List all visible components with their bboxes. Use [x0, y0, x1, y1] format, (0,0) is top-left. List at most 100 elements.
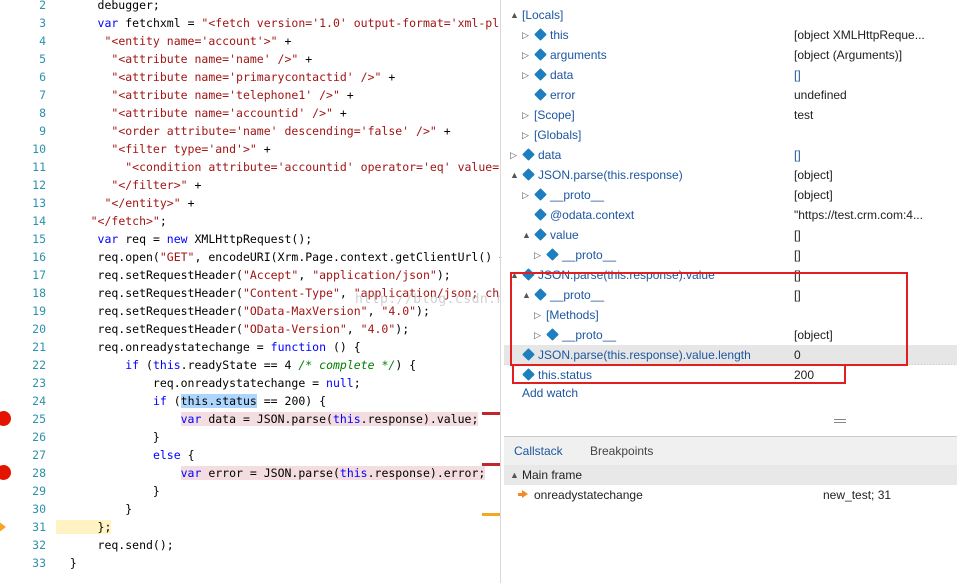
code-line[interactable]: 26 } — [0, 428, 500, 446]
line-number[interactable]: 8 — [14, 104, 46, 122]
code-editor[interactable]: 2 debugger; 3 var fetchxml = "<fetch vers… — [0, 0, 501, 583]
code-line[interactable]: 4 "<entity name='account'>" + — [0, 32, 500, 50]
watch-value: [object XMLHttpReque... — [794, 28, 925, 42]
watch-row[interactable]: error undefined — [504, 85, 957, 105]
code-line[interactable]: 32 req.send(); — [0, 536, 500, 554]
code-line[interactable]: 15 var req = new XMLHttpRequest(); — [0, 230, 500, 248]
line-number[interactable]: 28 — [14, 464, 46, 482]
code-line[interactable]: 27 else { — [0, 446, 500, 464]
code-line[interactable]: 33 } — [0, 554, 500, 572]
line-number[interactable]: 29 — [14, 482, 46, 500]
line-number[interactable]: 32 — [14, 536, 46, 554]
panel-splitter-grip[interactable] — [834, 419, 846, 423]
watch-row[interactable]: ▷ this [object XMLHttpReque... — [504, 25, 957, 45]
expand-triangle-icon[interactable]: ▷ — [522, 25, 529, 45]
line-number[interactable]: 5 — [14, 50, 46, 68]
code-line[interactable]: 6 "<attribute name='primarycontactid' />… — [0, 68, 500, 86]
expand-triangle-icon[interactable]: ▷ — [522, 185, 529, 205]
watch-row[interactable]: ▷ [Scope] test — [504, 105, 957, 125]
line-number[interactable]: 20 — [14, 320, 46, 338]
line-number[interactable]: 15 — [14, 230, 46, 248]
code-line[interactable]: 20 req.setRequestHeader("OData-Version",… — [0, 320, 500, 338]
line-number[interactable]: 4 — [14, 32, 46, 50]
callstack-panel[interactable]: Callstack Breakpoints ▲ Main frame onrea… — [504, 436, 957, 584]
line-number[interactable]: 22 — [14, 356, 46, 374]
line-number[interactable]: 2 — [14, 0, 46, 14]
line-number[interactable]: 16 — [14, 248, 46, 266]
line-number[interactable]: 18 — [14, 284, 46, 302]
code-line[interactable]: 14 "</fetch>"; — [0, 212, 500, 230]
code-line[interactable]: 23 req.onreadystatechange = null; — [0, 374, 500, 392]
expand-triangle-icon[interactable]: ▷ — [522, 105, 529, 125]
add-watch-link[interactable]: Add watch — [522, 386, 578, 400]
code-line[interactable]: 29 } — [0, 482, 500, 500]
watch-row[interactable]: ▲ value [] — [504, 225, 957, 245]
expand-triangle-icon[interactable]: ▷ — [534, 245, 541, 265]
line-number[interactable]: 7 — [14, 86, 46, 104]
code-line[interactable]: 30 } — [0, 500, 500, 518]
expand-triangle-icon[interactable]: ▷ — [510, 145, 517, 165]
line-number[interactable]: 30 — [14, 500, 46, 518]
tab-callstack[interactable]: Callstack — [514, 444, 563, 458]
code-line[interactable]: 22 if (this.readyState == 4 /* complete … — [0, 356, 500, 374]
code-line[interactable]: 7 "<attribute name='telephone1' />" + — [0, 86, 500, 104]
watch-row[interactable]: ▷ arguments [object (Arguments)] — [504, 45, 957, 65]
watch-row[interactable]: ▷ [Globals] — [504, 125, 957, 145]
watch-row[interactable]: @odata.context "https://test.crm.com:4... — [504, 205, 957, 225]
collapse-triangle-icon[interactable]: ▲ — [522, 225, 531, 245]
line-number[interactable]: 6 — [14, 68, 46, 86]
code-line[interactable]: 8 "<attribute name='accountid' />" + — [0, 104, 500, 122]
line-number[interactable]: 10 — [14, 140, 46, 158]
code-line[interactable]: 16 req.open("GET", encodeURI(Xrm.Page.co… — [0, 248, 500, 266]
line-number[interactable]: 19 — [14, 302, 46, 320]
expand-triangle-icon[interactable]: ▷ — [522, 65, 529, 85]
code-line[interactable]: 9 "<order attribute='name' descending='f… — [0, 122, 500, 140]
expand-triangle-icon[interactable]: ▷ — [522, 125, 529, 145]
callstack-frame[interactable]: onreadystatechange new_test; 31 — [504, 485, 957, 505]
line-number[interactable]: 33 — [14, 554, 46, 572]
watch-row[interactable]: ▲ [Locals] — [504, 5, 957, 25]
line-number[interactable]: 12 — [14, 176, 46, 194]
code-line[interactable]: 28 var error = JSON.parse(this.response)… — [0, 464, 500, 482]
watch-row[interactable]: ▷ __proto__ [] — [504, 245, 957, 265]
line-number[interactable]: 21 — [14, 338, 46, 356]
line-number[interactable]: 31 — [14, 518, 46, 536]
main-frame-header[interactable]: ▲ Main frame — [504, 465, 957, 485]
tab-breakpoints[interactable]: Breakpoints — [590, 444, 653, 458]
line-number[interactable]: 11 — [14, 158, 46, 176]
code-line[interactable]: 13 "</entity>" + — [0, 194, 500, 212]
watch-row[interactable]: ▷ data [] — [504, 145, 957, 165]
code-line[interactable]: 12 "</filter>" + — [0, 176, 500, 194]
watch-panel[interactable]: ▲ [Locals] ▷ this [object XMLHttpReque... ▷ ar… — [504, 0, 957, 405]
line-number[interactable]: 27 — [14, 446, 46, 464]
code-line[interactable]: 3 var fetchxml = "<fetch version='1.0' o… — [0, 14, 500, 32]
code-line[interactable]: 21 req.onreadystatechange = function () … — [0, 338, 500, 356]
code-token: "OData-MaxVersion" — [242, 304, 368, 318]
code-line[interactable]: 24 if (this.status == 200) { — [0, 392, 500, 410]
line-number[interactable]: 23 — [14, 374, 46, 392]
watch-row[interactable]: ▷ __proto__ [object] — [504, 185, 957, 205]
code-line[interactable]: 10 "<filter type='and'>" + — [0, 140, 500, 158]
breakpoint-icon[interactable] — [0, 465, 11, 480]
collapse-triangle-icon[interactable]: ▲ — [510, 465, 519, 485]
watch-row[interactable]: ▲ JSON.parse(this.response) [object] — [504, 165, 957, 185]
line-number[interactable]: 25 — [14, 410, 46, 428]
line-number[interactable]: 9 — [14, 122, 46, 140]
code-line[interactable]: 11 "<condition attribute='accountid' ope… — [0, 158, 500, 176]
code-line[interactable]: 5 "<attribute name='name' />" + — [0, 50, 500, 68]
line-number[interactable]: 17 — [14, 266, 46, 284]
code-line[interactable]: 25 var data = JSON.parse(this.response).… — [0, 410, 500, 428]
line-number[interactable]: 26 — [14, 428, 46, 446]
line-number[interactable]: 3 — [14, 14, 46, 32]
line-number[interactable]: 24 — [14, 392, 46, 410]
expand-triangle-icon[interactable]: ▷ — [522, 45, 529, 65]
breakpoint-icon[interactable] — [0, 411, 11, 426]
collapse-triangle-icon[interactable]: ▲ — [510, 5, 519, 25]
line-number[interactable]: 13 — [14, 194, 46, 212]
code-line[interactable]: 17 req.setRequestHeader("Accept", "appli… — [0, 266, 500, 284]
code-line[interactable]: 31 }; — [0, 518, 500, 536]
code-line[interactable]: 2 debugger; — [0, 0, 500, 14]
line-number[interactable]: 14 — [14, 212, 46, 230]
collapse-triangle-icon[interactable]: ▲ — [510, 165, 519, 185]
watch-row[interactable]: ▷ data [] — [504, 65, 957, 85]
